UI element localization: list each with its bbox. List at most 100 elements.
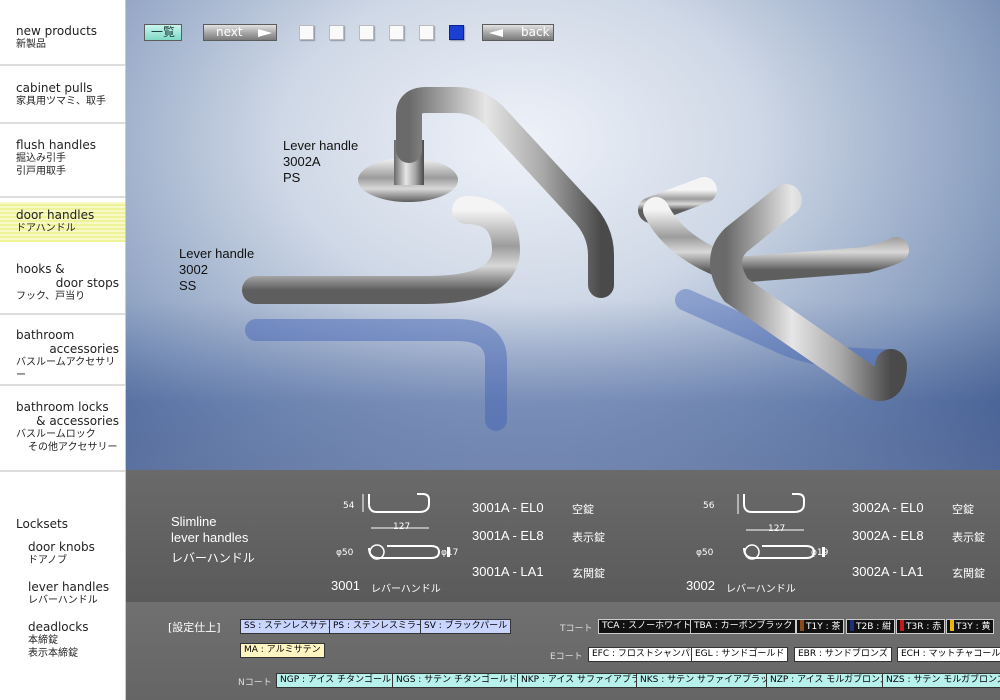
list-button[interactable]: 一覧 [144,24,182,41]
label-3002A: Lever handle 3002A PS [283,138,358,186]
finish-options: [設定仕上] SS : ステンレスサテン PS : ステンレスミラー SV : … [126,602,1000,700]
nav-sublabel: 掘込み引手 [16,153,66,164]
nav-label: deadlocks [28,620,89,634]
finish-chip-nzs[interactable]: NZS : サテン モルガブロンズ [882,673,1000,688]
nav-flush-handles[interactable]: flush handles 掘込み引手 引戸用取手 [0,138,125,178]
nav-sublabel: 本締錠 [28,635,58,646]
finish-chip-efc[interactable]: EFC : フロストシャンパン [588,647,704,662]
finish-chip-tba[interactable]: TBA : カーボンブラック [690,619,797,634]
model-name-ja: レバーハンドル [371,584,441,595]
product-code-desc: 表示錠 [952,531,985,544]
nav-door-handles[interactable]: door handles ドアハンドル [0,202,125,242]
product-photo: 一覧 next back Lever handle 3002A PS Lever… [126,0,1000,470]
divider [0,122,125,124]
nav-locksets[interactable]: Locksets [0,517,125,531]
dimension-bar: φ19 [811,548,829,558]
spec-title-line: Slimline [171,514,217,529]
finish-chip-nks[interactable]: NKS : サテン サファイアブラック [636,673,782,688]
nav-sublabel-2: その他アクセサリー [28,442,118,453]
nav-bathroom-locks[interactable]: bathroom locks & accessories バスルームロック その… [0,400,125,454]
product-code: 3002A - EL0 [852,500,924,515]
model-number: 3001 [331,578,360,593]
nav-sublabel: バスルームアクセサリー [16,357,116,381]
dimension-rose: φ50 [336,548,354,558]
arrow-left-icon [489,29,503,37]
color-swatch [950,620,954,631]
nav-label: lever handles [28,580,110,594]
divider [0,313,125,315]
page-square-5[interactable] [419,25,434,40]
finish-chip-t1y[interactable]: T1Y : 茶 [796,619,845,634]
nav-cabinet-pulls[interactable]: cabinet pulls 家具用ツマミ、取手 [0,81,125,108]
nav-new-products[interactable]: new products 新製品 [0,24,125,51]
nav-sublabel: 新製品 [16,39,46,50]
nav-sublabel: レバーハンドル [28,595,98,606]
page-square-6-current[interactable] [449,25,464,40]
color-swatch [800,620,804,631]
spec-title: Slimline lever handles レバーハンドル [171,514,255,566]
nav-lever-handles[interactable]: lever handles レバーハンドル [28,580,123,607]
page-square-3[interactable] [359,25,374,40]
back-button[interactable]: back [482,24,554,41]
next-button[interactable]: next [203,24,277,41]
divider [0,64,125,66]
finish-chip-ngp[interactable]: NGP : アイス チタンゴールド [276,673,405,688]
spec-title-line: lever handles [171,530,249,545]
finish-chip-ebr[interactable]: EBR : サンドブロンズ [794,647,892,662]
nav-sublabel: ドアハンドル [16,223,76,234]
nav-label: door knobs [28,540,95,554]
nav-label-2: door stops [55,276,119,290]
sidebar: new products 新製品 cabinet pulls 家具用ツマミ、取手… [0,0,126,700]
label-line: SS [179,278,197,293]
finish-chip-tca[interactable]: TCA : スノーホワイト [598,619,696,634]
dimension-height: 54 [343,501,355,511]
nav-sublabel: バスルームロック [16,429,96,440]
label-3002: Lever handle 3002 SS [179,246,254,294]
product-code: 3001A - EL0 [472,500,544,515]
finish-chip-ma[interactable]: MA : アルミサテン [240,643,325,658]
finish-chip-ech[interactable]: ECH : マットチャコール [897,647,1000,662]
product-code: 3001A - EL8 [472,528,544,543]
next-button-label: next [216,25,243,39]
nav-sublabel: 表示本締錠 [28,648,78,659]
finish-chip-ngs[interactable]: NGS : サテン チタンゴールド [392,673,522,688]
product-code-desc: 空錠 [572,503,594,516]
spec-title-ja: レバーハンドル [171,551,255,565]
finish-chip-t3y[interactable]: T3Y : 黄 [946,619,995,634]
dimension-bar: φ17 [441,548,459,558]
nav-label-2: accessories [49,342,119,356]
finish-chip-ps[interactable]: PS : ステンレスミラー [329,619,429,634]
dimension-width: 127 [393,522,411,532]
nav-door-knobs[interactable]: door knobs ドアノブ [28,540,123,567]
finish-chip-ss[interactable]: SS : ステンレスサテン [240,619,341,634]
nav-label: door handles [16,208,95,222]
finish-chip-sv[interactable]: SV : ブラックパール [420,619,512,634]
product-code-desc: 玄関錠 [952,567,985,580]
chip-label: T1Y : 茶 [806,622,841,632]
finish-chip-egl[interactable]: EGL : サンドゴールド [691,647,789,662]
nav-sublabel: ドアノブ [28,555,68,566]
page-square-1[interactable] [299,25,314,40]
finish-chip-t2b[interactable]: T2B : 紺 [846,619,896,634]
coat-label-e: Eコート [550,652,583,662]
dimension-width: 127 [768,524,786,534]
page-square-2[interactable] [329,25,344,40]
label-line: 3002A [283,154,321,169]
finish-title: [設定仕上] [168,621,221,634]
nav-deadlocks[interactable]: deadlocks 本締錠 表示本締錠 [28,620,123,660]
nav-bathroom-accessories[interactable]: bathroom accessories バスルームアクセサリー [0,328,125,382]
finish-chip-nzp[interactable]: NZP : アイス モルガブロンズ [766,673,893,688]
page-square-4[interactable] [389,25,404,40]
nav-label: bathroom [16,328,75,342]
product-code: 3002A - LA1 [852,564,924,579]
product-code: 3002A - EL8 [852,528,924,543]
nav-hooks-door-stops[interactable]: hooks & door stops フック、戸当り [0,262,125,303]
product-code-desc: 表示錠 [572,531,605,544]
model-name-ja: レバーハンドル [726,584,796,595]
label-line: Lever handle [179,246,255,261]
finish-chip-t3r[interactable]: T3R : 赤 [896,619,946,634]
nav-label: bathroom locks [16,400,109,414]
divider [0,470,125,472]
divider [0,196,125,198]
back-button-label: back [521,25,550,39]
